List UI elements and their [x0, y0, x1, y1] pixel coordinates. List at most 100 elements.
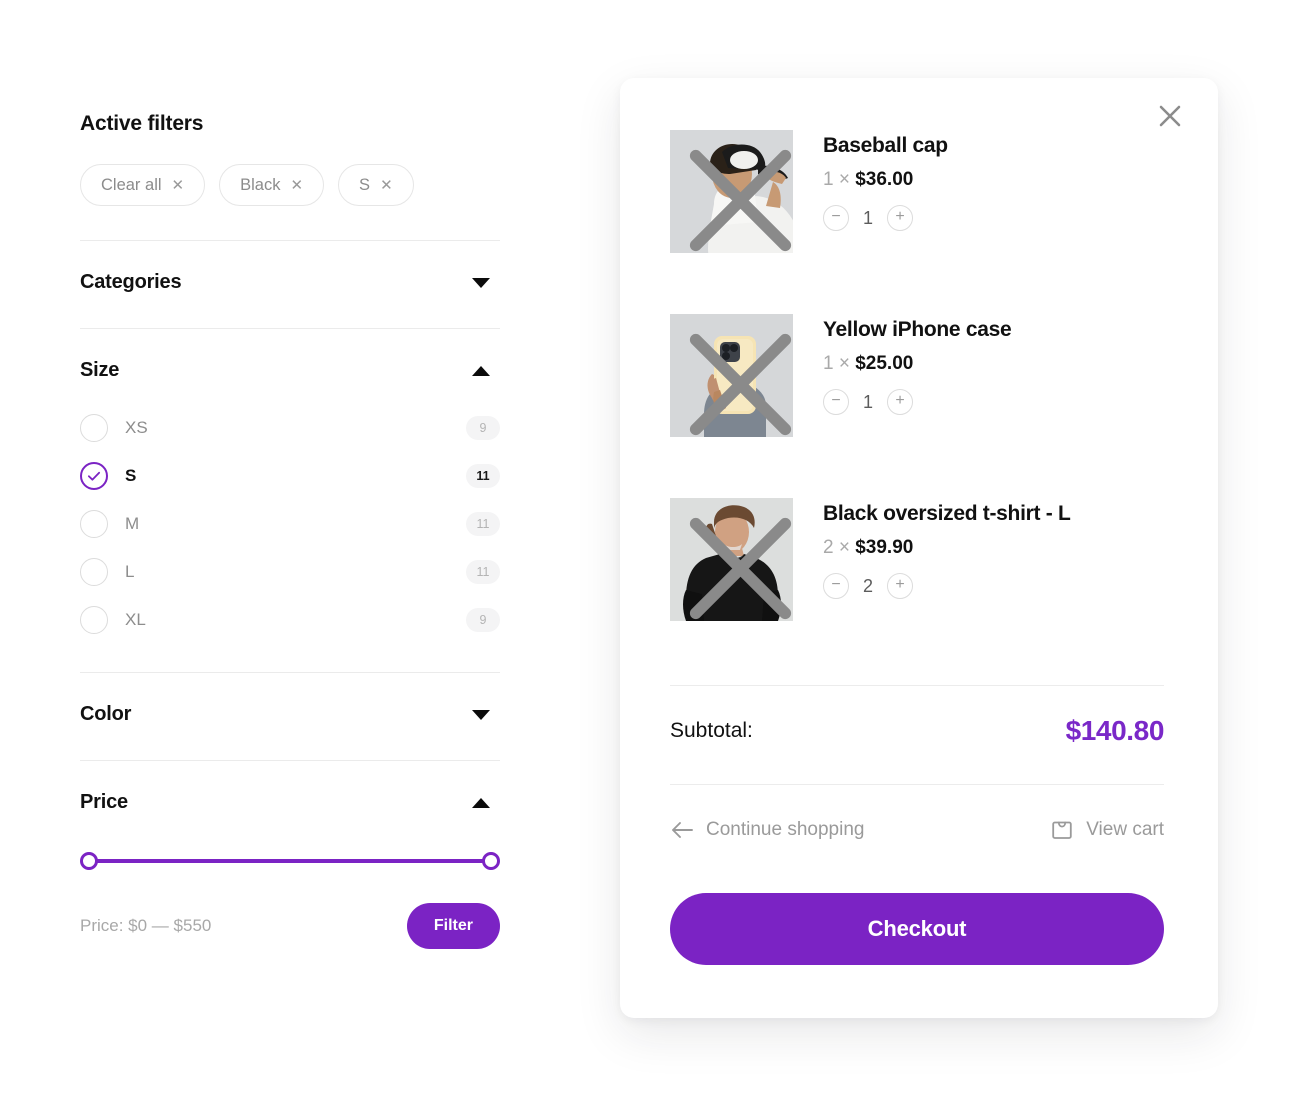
- decrement-button[interactable]: −: [823, 389, 849, 415]
- cart-item-info: Baseball cap 1 × $36.00 − 1 +: [823, 130, 1164, 253]
- increment-button[interactable]: +: [887, 573, 913, 599]
- increment-button[interactable]: +: [887, 205, 913, 231]
- page-root: Active filters Clear all ✕ Black ✕ S ✕ C…: [0, 0, 1300, 1100]
- section-title: Categories: [80, 271, 182, 293]
- product-thumbnail[interactable]: [670, 314, 793, 437]
- remove-item-icon[interactable]: [679, 323, 793, 437]
- filter-section-color[interactable]: Color: [80, 673, 500, 726]
- view-cart-link[interactable]: View cart: [1050, 818, 1164, 842]
- cart-item-title[interactable]: Black oversized t-shirt - L: [823, 502, 1164, 526]
- size-option-s[interactable]: S 11: [80, 452, 500, 500]
- chip-black[interactable]: Black ✕: [219, 164, 325, 206]
- size-option-count: 9: [466, 416, 500, 440]
- cart-item-price: 1 × $25.00: [823, 353, 914, 374]
- product-thumbnail[interactable]: [670, 130, 793, 253]
- cart-item-unit-price: $25.00: [855, 353, 914, 374]
- subtotal-label: Subtotal:: [670, 719, 753, 742]
- cart-item-list: Baseball cap 1 × $36.00 − 1 + Yellow iPh…: [670, 130, 1164, 682]
- cart-item-unit-price: $39.90: [855, 537, 914, 558]
- decrement-button[interactable]: −: [823, 573, 849, 599]
- cart-item-info: Black oversized t-shirt - L 2 × $39.90 −…: [823, 498, 1164, 621]
- divider: [670, 685, 1164, 686]
- section-title: Size: [80, 359, 120, 381]
- view-cart-label: View cart: [1086, 819, 1164, 840]
- filter-section-price[interactable]: Price: [80, 761, 500, 814]
- decrement-button[interactable]: −: [823, 205, 849, 231]
- continue-shopping-link[interactable]: Continue shopping: [670, 819, 864, 841]
- chevron-up-icon[interactable]: [472, 365, 490, 376]
- chevron-down-icon[interactable]: [472, 277, 490, 288]
- cart-item-title[interactable]: Baseball cap: [823, 134, 1164, 158]
- page-title: Active filters: [80, 112, 204, 135]
- chevron-up-icon[interactable]: [472, 797, 490, 808]
- close-icon[interactable]: ✕: [172, 178, 185, 193]
- size-option-label: L: [125, 562, 135, 581]
- filter-button[interactable]: Filter: [406, 903, 500, 949]
- shopping-bag-icon: [1052, 821, 1072, 839]
- size-option-count: 11: [466, 560, 500, 584]
- cart-item-unit-price: $36.00: [855, 169, 914, 190]
- product-thumbnail[interactable]: [670, 498, 793, 621]
- cart-actions: Continue shopping View cart: [670, 818, 1164, 842]
- slider-handle-min[interactable]: [80, 852, 98, 870]
- filter-sidebar: Active filters Clear all ✕ Black ✕ S ✕ C…: [80, 112, 500, 949]
- quantity-stepper: − 1 +: [823, 389, 1164, 415]
- active-filter-chips: Clear all ✕ Black ✕ S ✕: [80, 164, 500, 206]
- remove-item-icon[interactable]: [679, 507, 793, 621]
- chip-label: Clear all: [101, 175, 162, 194]
- cart-item: Baseball cap 1 × $36.00 − 1 +: [670, 130, 1164, 253]
- cart-item-title[interactable]: Yellow iPhone case: [823, 318, 1164, 342]
- filter-section-size[interactable]: Size: [80, 329, 500, 382]
- close-icon: [1159, 105, 1181, 127]
- radio-icon[interactable]: [80, 414, 108, 442]
- remove-item-icon[interactable]: [679, 139, 793, 253]
- size-option-label: XL: [125, 610, 146, 629]
- size-option-count: 11: [466, 512, 500, 536]
- size-option-xl[interactable]: XL 9: [80, 596, 500, 644]
- check-icon: [87, 471, 101, 481]
- arrow-left-icon: [672, 822, 693, 838]
- close-icon[interactable]: ✕: [380, 178, 393, 193]
- quantity-stepper: − 2 +: [823, 573, 1164, 599]
- increment-button[interactable]: +: [887, 389, 913, 415]
- radio-icon[interactable]: [80, 558, 108, 586]
- cart-item-qty: 1: [823, 169, 834, 190]
- mini-cart-panel: Baseball cap 1 × $36.00 − 1 + Yellow iPh…: [620, 78, 1218, 1018]
- quantity-stepper: − 1 +: [823, 205, 1164, 231]
- subtotal-value: $140.80: [1065, 715, 1165, 746]
- quantity-value: 1: [862, 207, 873, 228]
- cart-item-price: 1 × $36.00: [823, 169, 914, 190]
- section-title: Price: [80, 791, 128, 813]
- cart-item-qty: 1: [823, 353, 834, 374]
- filter-section-categories[interactable]: Categories: [80, 241, 500, 294]
- subtotal-row: Subtotal: $140.80: [670, 715, 1164, 747]
- size-option-m[interactable]: M 11: [80, 500, 500, 548]
- checkout-button[interactable]: Checkout: [670, 893, 1164, 965]
- size-option-label: M: [125, 514, 140, 533]
- chip-label: Black: [240, 175, 281, 194]
- slider-handle-max[interactable]: [482, 852, 500, 870]
- size-option-l[interactable]: L 11: [80, 548, 500, 596]
- price-range-slider[interactable]: [80, 848, 500, 874]
- cart-item: Yellow iPhone case 1 × $25.00 − 1 +: [670, 314, 1164, 437]
- radio-icon[interactable]: [80, 510, 108, 538]
- radio-checked-icon[interactable]: [80, 462, 108, 490]
- section-title: Color: [80, 703, 132, 725]
- divider: [670, 784, 1164, 785]
- size-option-label: S: [125, 466, 137, 485]
- slider-track: [86, 859, 494, 863]
- price-row: Price: $0 — $550 Filter: [80, 903, 500, 949]
- close-icon[interactable]: ✕: [290, 178, 303, 193]
- size-option-xs[interactable]: XS 9: [80, 404, 500, 452]
- quantity-value: 1: [862, 391, 873, 412]
- cart-item-qty: 2: [823, 537, 834, 558]
- radio-icon[interactable]: [80, 606, 108, 634]
- chip-clear-all[interactable]: Clear all ✕: [80, 164, 206, 206]
- continue-shopping-label: Continue shopping: [706, 819, 865, 840]
- cart-item-price: 2 × $39.90: [823, 537, 914, 558]
- price-range-label: Price: $0 — $550: [80, 916, 212, 935]
- chip-size-s[interactable]: S ✕: [338, 164, 414, 206]
- size-option-count: 9: [466, 608, 500, 632]
- cart-item-info: Yellow iPhone case 1 × $25.00 − 1 +: [823, 314, 1164, 437]
- chevron-down-icon[interactable]: [472, 709, 490, 720]
